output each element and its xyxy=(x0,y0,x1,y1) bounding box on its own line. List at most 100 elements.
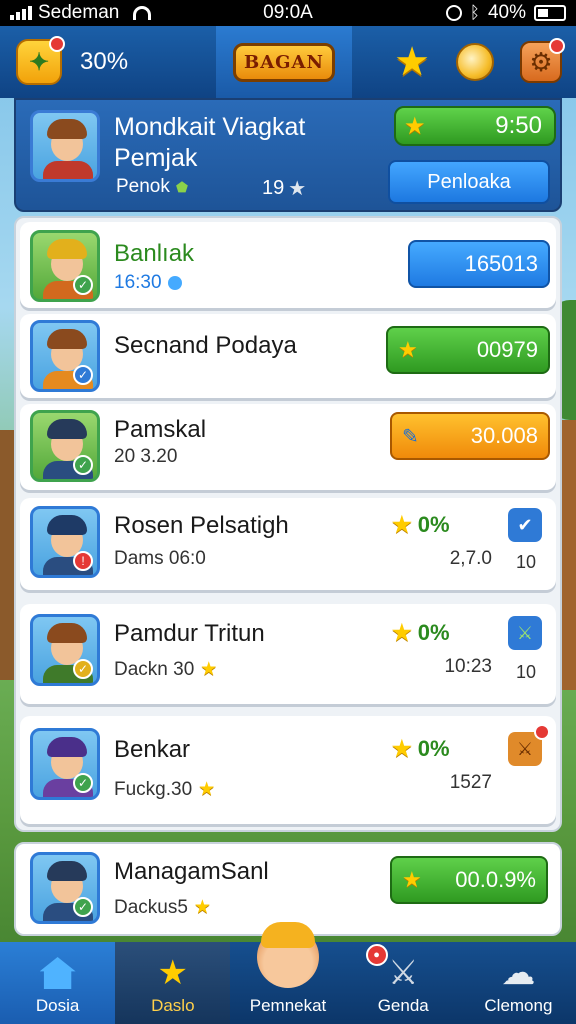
star-icon: ★ xyxy=(402,867,422,892)
avatar: ✓ xyxy=(30,230,100,302)
row-stats: ★ 0% 10:23 xyxy=(392,620,492,678)
signal-icon xyxy=(10,6,32,20)
row-stat-value: 1527 xyxy=(449,772,492,793)
sword-badge-icon[interactable]: ⚔ xyxy=(508,724,550,766)
row-value-button[interactable]: ★ 00.0.9% xyxy=(390,856,548,904)
list-item[interactable]: ✓ Pamskal 20 3.20 ✎ 30.008 xyxy=(20,404,556,490)
nav-label: Clemong xyxy=(484,996,553,1015)
row-sub: Fuckg.30 ★ xyxy=(114,778,215,801)
row-value-button[interactable]: ✎ 30.008 xyxy=(390,412,550,460)
list-item[interactable]: ✓ Banlıak 16:30 165013 xyxy=(20,222,556,308)
row-name: Pamskal xyxy=(114,416,207,443)
nav-label: Genda xyxy=(377,996,429,1015)
nav-label: Dosia xyxy=(35,996,80,1015)
progress-percent: 30% xyxy=(80,48,129,75)
star-icon: ★ xyxy=(392,736,412,761)
row-value: 00979 xyxy=(476,337,538,362)
coin-icon[interactable] xyxy=(456,43,494,81)
nav-home[interactable]: Dosia xyxy=(0,942,116,1024)
star-icon[interactable]: ★ xyxy=(394,42,430,82)
row-sub: 16:30 xyxy=(114,272,182,294)
wifi-icon xyxy=(133,6,152,20)
gem-button[interactable]: ✦ xyxy=(16,36,65,85)
star-icon: ★ xyxy=(193,897,211,918)
list-item[interactable]: ✓ Secnand Podaya ★ 00979 xyxy=(20,314,556,398)
star-icon: ★ xyxy=(398,337,418,362)
star-icon: ★ xyxy=(200,659,218,680)
notification-dot xyxy=(534,724,550,740)
gem-icon: ✦ xyxy=(28,48,50,76)
row-value-button[interactable]: 165013 xyxy=(408,240,550,288)
profile-avatar-icon xyxy=(257,922,319,988)
ticket-icon: ✎ xyxy=(402,425,419,448)
avatar: ✓ xyxy=(30,852,100,924)
check-badge-icon[interactable]: ✔ xyxy=(508,508,542,542)
home-icon xyxy=(38,954,78,992)
row-stat-value: 2,7.0 xyxy=(449,548,492,569)
game-logo: BAGAN xyxy=(233,42,335,82)
status-time: 09:0A xyxy=(263,2,313,23)
star-icon: ★ xyxy=(392,620,412,645)
nav-profile[interactable]: Pemnekat xyxy=(230,922,345,1024)
row-name: Secnand Podaya xyxy=(114,332,297,359)
player-name: Mondkait Viagkat Pemjak xyxy=(114,113,306,172)
row-value: 00.0.9% xyxy=(455,867,536,892)
nav-chat[interactable]: ☁ Clemong xyxy=(461,942,576,1024)
notification-badge: ● xyxy=(365,944,388,966)
score-display[interactable]: ★ 9:50 xyxy=(394,106,556,146)
row-sub: Dams 06:0 xyxy=(114,548,206,570)
player-rank: Penok ⬟ xyxy=(116,176,188,198)
avatar: ✓ xyxy=(30,320,100,392)
row-name: Rosen Pelsatigh xyxy=(114,512,289,539)
sword-badge-icon[interactable]: ⚔ xyxy=(508,616,542,650)
row-sub-text: 16:30 xyxy=(114,272,162,293)
row-stat-value: 10:23 xyxy=(444,656,492,677)
logo-text: BAGAN xyxy=(244,51,324,73)
list-item[interactable]: ✓ Benkar Fuckg.30 ★ ★ 0% 1527 ⚔ xyxy=(20,716,556,824)
row-side-number: 10 xyxy=(515,552,536,572)
nav-star[interactable]: ★ Daslo xyxy=(115,942,231,1024)
player-avatar[interactable] xyxy=(30,110,100,182)
info-icon xyxy=(167,276,182,290)
check-icon: ✓ xyxy=(73,659,93,679)
crossed-swords-icon: ⚔ xyxy=(387,954,419,992)
list-item[interactable]: ! Rosen Pelsatigh Dams 06:0 ★ 0% 2,7.0 ✔ … xyxy=(20,498,556,590)
row-sub: Dackus5 ★ xyxy=(114,896,211,919)
avatar: ! xyxy=(30,506,100,578)
check-icon: ✓ xyxy=(73,365,93,385)
status-bar: Sedeman 09:0A ᛒ 40% xyxy=(0,0,576,26)
notification-dot xyxy=(549,38,565,54)
row-sub-text: Fuckg.30 xyxy=(114,778,193,800)
bluetooth-icon: ᛒ xyxy=(469,3,480,22)
nav-battle[interactable]: ⚔ ● Genda xyxy=(346,942,461,1024)
bottom-nav: Dosia ★ Daslo Pemnekat ⚔ ● Genda ☁ Clemo… xyxy=(0,922,576,1024)
profile-action-button[interactable]: Penloaka xyxy=(388,160,550,204)
row-name: Pamdur Tritun xyxy=(114,620,265,647)
orientation-lock-icon xyxy=(445,5,462,21)
check-icon: ✓ xyxy=(73,455,93,475)
row-side-number: 10 xyxy=(515,662,536,682)
row-value: 30.008 xyxy=(470,423,538,448)
settings-button[interactable]: ⚙ xyxy=(520,38,565,83)
star-badge-icon: ★ xyxy=(157,954,189,992)
list-item[interactable]: ✓ Pamdur Tritun Dackn 30 ★ ★ 0% 10:23 ⚔ 1… xyxy=(20,604,556,704)
row-stats: ★ 0% 2,7.0 xyxy=(392,512,492,570)
gear-icon: ⚙ xyxy=(529,46,553,77)
check-icon: ✓ xyxy=(73,275,93,295)
avatar: ✓ xyxy=(30,728,100,800)
row-name: ManagamSanl xyxy=(114,858,269,885)
row-percent: 0% xyxy=(417,620,450,645)
score-value: 9:50 xyxy=(495,112,542,139)
carrier-name: Sedeman xyxy=(38,2,120,23)
row-sub-text: Dackn 30 xyxy=(114,658,195,680)
star-icon: ★ xyxy=(198,779,216,800)
star-icon: ★ xyxy=(392,512,412,537)
row-percent: 0% xyxy=(417,512,450,537)
notification-dot xyxy=(49,36,65,52)
row-name: Benkar xyxy=(114,736,191,763)
nav-label: Daslo xyxy=(151,996,195,1015)
row-value-button[interactable]: ★ 00979 xyxy=(386,326,550,374)
player-level: 19 ★ xyxy=(262,176,306,201)
shield-icon: ⬟ xyxy=(175,178,189,195)
avatar: ✓ xyxy=(30,614,100,686)
